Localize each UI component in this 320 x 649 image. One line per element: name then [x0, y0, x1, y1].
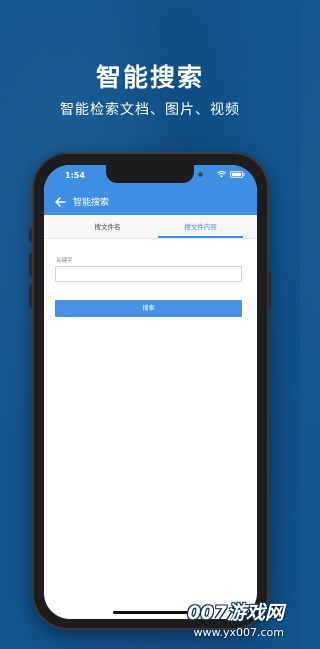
battery-icon	[230, 171, 245, 178]
arrow-left-icon[interactable]	[53, 195, 67, 209]
status-time: 1:54	[65, 171, 85, 180]
phone-volume-down	[29, 284, 32, 308]
phone-notch	[106, 165, 194, 183]
phone-volume-up	[29, 253, 32, 277]
status-icons	[217, 171, 245, 178]
watermark-logo-text: 007游戏网	[187, 602, 284, 624]
app-bar: 智能搜索	[44, 189, 257, 215]
phone-power-button	[268, 272, 271, 310]
keyword-label: 关键字	[56, 258, 73, 264]
keyword-input[interactable]	[55, 266, 242, 282]
phone-screen: 1:54 智能搜索 搜文件名 搜文件内容 关键字 搜索	[44, 165, 257, 619]
app-title: 智能搜索	[73, 198, 110, 208]
tab-selected-indicator	[158, 236, 243, 238]
camera-icon	[198, 172, 203, 177]
watermark: 007游戏网 www.yx007.com	[187, 598, 284, 639]
tab-search-filename[interactable]: 搜文件名	[65, 215, 150, 239]
search-button[interactable]: 搜索	[55, 300, 242, 317]
promo-title: 智能搜索	[95, 63, 204, 92]
search-tabs: 搜文件名 搜文件内容	[44, 215, 257, 239]
phone-silent-switch	[29, 228, 32, 242]
wifi-icon	[217, 171, 226, 178]
watermark-url: www.yx007.com	[193, 626, 284, 639]
home-indicator	[113, 611, 189, 614]
promo-subtitle: 智能检索文档、图片、视频	[60, 102, 240, 118]
